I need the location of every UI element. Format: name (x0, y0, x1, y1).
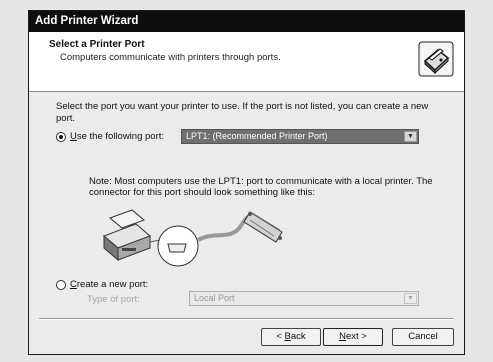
back-button-prefix: < (276, 331, 285, 342)
next-button-rest: ext > (346, 331, 367, 342)
port-select[interactable]: LPT1: (Recommended Printer Port) ▼ (181, 129, 419, 144)
port-type-label: Type of port: (87, 294, 140, 305)
port-type-value: Local Port (194, 293, 235, 303)
port-select-value: LPT1: (Recommended Printer Port) (186, 131, 328, 141)
use-following-port-label[interactable]: Use the following port: (70, 131, 164, 142)
back-button[interactable]: < Back (261, 328, 321, 346)
use-following-port-radio[interactable] (56, 132, 66, 142)
title-bar[interactable]: Add Printer Wizard (29, 11, 464, 32)
cancel-button[interactable]: Cancel (392, 328, 454, 346)
use-port-label-rest: se the following port: (76, 131, 165, 142)
port-type-select[interactable]: Local Port ▼ (189, 291, 419, 306)
printer-parallel-cable-illustration (103, 209, 283, 267)
chevron-down-icon[interactable]: ▼ (404, 131, 417, 142)
intro-text: Select the port you want your printer to… (56, 101, 429, 124)
wizard-body: Select the port you want your printer to… (29, 92, 464, 354)
add-printer-wizard-window: Add Printer Wizard Select a Printer Port… (28, 10, 465, 355)
create-port-mnemonic: C (70, 279, 77, 290)
wizard-header: Select a Printer Port Computers communic… (29, 32, 464, 92)
create-new-port-label[interactable]: Create a new port: (70, 279, 148, 290)
next-button[interactable]: Next > (323, 328, 383, 346)
chevron-down-icon[interactable]: ▼ (404, 293, 417, 304)
back-button-rest: ack (290, 331, 306, 342)
footer-divider (39, 318, 454, 320)
window-title: Add Printer Wizard (35, 15, 139, 27)
printer-wizard-icon (418, 41, 454, 77)
page-title: Select a Printer Port (49, 39, 145, 50)
create-new-port-radio[interactable] (56, 280, 66, 290)
page-subtitle: Computers communicate with printers thro… (60, 52, 281, 63)
create-port-label-rest: reate a new port: (76, 279, 149, 290)
use-port-mnemonic: U (70, 131, 77, 142)
connector-note: Note: Most computers use the LPT1: port … (89, 176, 433, 198)
next-button-mnemonic: N (339, 331, 346, 342)
